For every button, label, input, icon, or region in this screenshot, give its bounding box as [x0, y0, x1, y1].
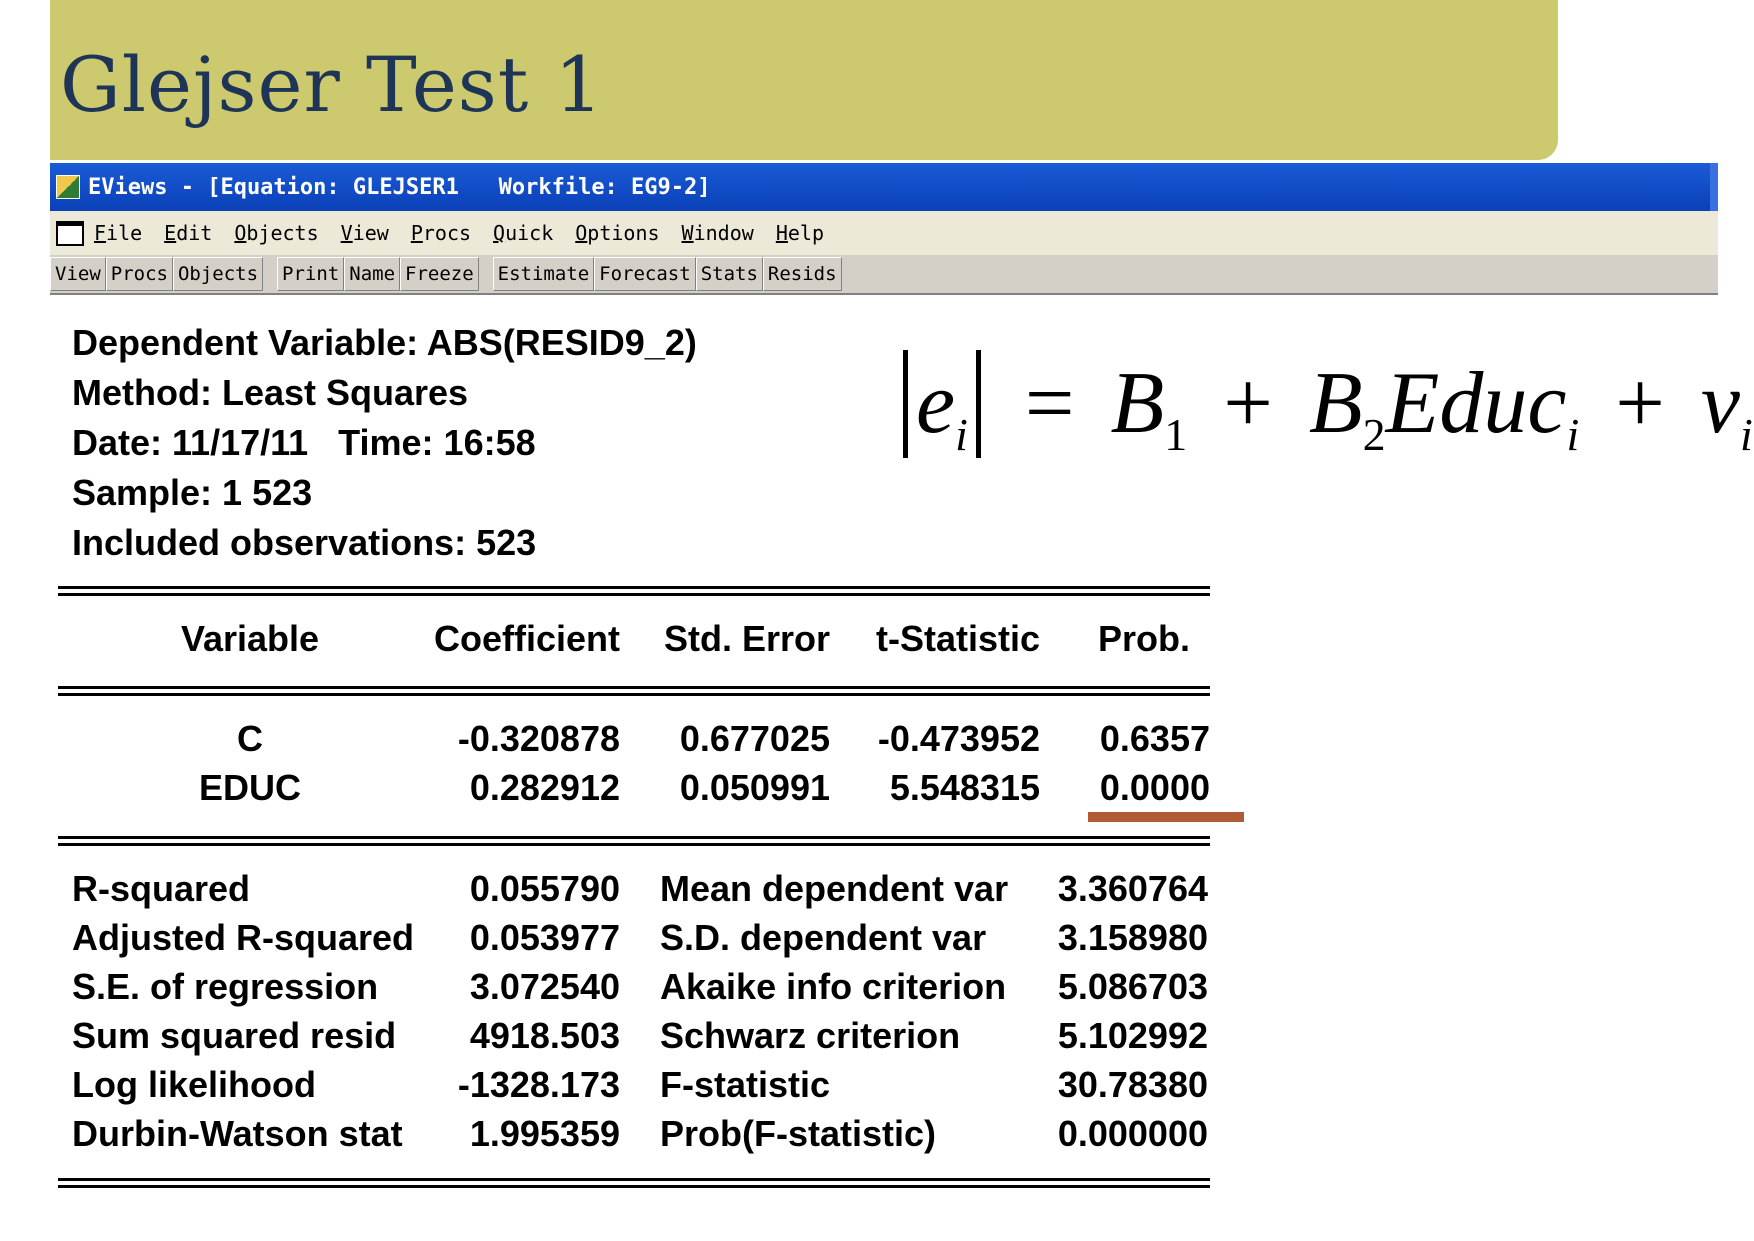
stat-label-log-likelihood: Log likelihood: [72, 1064, 316, 1105]
stat-label-durbin-watson: Durbin-Watson stat: [72, 1113, 403, 1154]
menu-edit[interactable]: Edit: [164, 221, 212, 245]
equation-toolbar: View Procs Objects Print Name Freeze Est…: [50, 255, 1718, 295]
toolbar-print-button[interactable]: Print: [277, 257, 345, 291]
menu-quick[interactable]: Quick: [493, 221, 553, 245]
menubar: File Edit Objects View Procs Quick Optio…: [50, 211, 1718, 255]
formula-b1: B: [1110, 355, 1165, 452]
table-rule-bottom: [58, 1178, 1210, 1188]
formula-educ-sub: i: [1566, 409, 1580, 460]
col-header-t-statistic: t-Statistic: [875, 618, 1040, 659]
stat-label-mean-dependent: Mean dependent var: [660, 868, 1009, 909]
table-row-educ-std-error: 0.050991: [679, 767, 830, 808]
stat-label-schwarz: Schwarz criterion: [660, 1015, 961, 1056]
prob-highlight-underline: [1088, 812, 1244, 822]
toolbar-procs-button[interactable]: Procs: [105, 257, 173, 291]
toolbar-view-button[interactable]: View: [50, 257, 106, 291]
eviews-window: EViews - [Equation: GLEJSER1 Workfile: E…: [50, 163, 1718, 295]
toolbar-resids-button[interactable]: Resids: [762, 257, 842, 291]
glejser-formula: ei = B1 + B2Educi + vi: [895, 350, 1753, 461]
toolbar-estimate-button[interactable]: Estimate: [492, 257, 595, 291]
stat-value-schwarz: 5.102992: [1057, 1015, 1208, 1056]
menu-view[interactable]: View: [341, 221, 389, 245]
table-rule-middle: [58, 836, 1210, 846]
included-observations-line: Included observations: 523: [72, 522, 537, 563]
formula-b2: B: [1308, 355, 1363, 452]
stat-label-r-squared: R-squared: [72, 868, 251, 909]
stat-value-r-squared: 0.055790: [469, 868, 620, 909]
abs-bar-left: [903, 350, 908, 458]
toolbar-stats-button[interactable]: Stats: [695, 257, 763, 291]
dependent-variable-line: Dependent Variable: ABS(RESID9_2): [72, 322, 697, 363]
stat-value-sum-squared-resid: 4918.503: [469, 1015, 620, 1056]
window-menu-icon[interactable]: [56, 220, 84, 246]
menu-objects[interactable]: Objects: [234, 221, 318, 245]
table-row-c-std-error: 0.677025: [679, 718, 830, 759]
menu-options[interactable]: Options: [575, 221, 659, 245]
table-row-c-prob: 0.6357: [1099, 718, 1210, 759]
abs-bar-right: [975, 350, 981, 458]
table-row-c-coefficient: -0.320878: [457, 718, 620, 759]
stat-label-adjusted-r-squared: Adjusted R-squared: [72, 917, 415, 958]
formula-v-sub: i: [1739, 409, 1753, 460]
table-row-educ-t-statistic: 5.548315: [889, 767, 1040, 808]
stat-value-prob-f-statistic: 0.000000: [1057, 1113, 1208, 1154]
formula-e-sub: i: [955, 409, 968, 460]
method-line: Method: Least Squares: [72, 372, 469, 413]
stat-label-f-statistic: F-statistic: [660, 1064, 831, 1105]
stat-label-akaike: Akaike info criterion: [660, 966, 1007, 1007]
formula-educ: Educ: [1385, 355, 1567, 452]
table-row-educ-variable: EDUC: [198, 767, 301, 808]
window-titlebar[interactable]: EViews - [Equation: GLEJSER1 Workfile: E…: [50, 163, 1718, 211]
stat-value-akaike: 5.086703: [1057, 966, 1208, 1007]
formula-v: v: [1700, 355, 1740, 452]
stat-value-mean-dependent: 3.360764: [1057, 868, 1208, 909]
eviews-app-icon[interactable]: [56, 175, 80, 199]
table-rule-top: [58, 586, 1210, 596]
formula-e: e: [916, 355, 956, 452]
stat-value-sd-dependent: 3.158980: [1057, 917, 1208, 958]
table-row-c-variable: C: [237, 718, 263, 759]
window-title: EViews - [Equation: GLEJSER1 Workfile: E…: [88, 174, 711, 200]
toolbar-name-button[interactable]: Name: [344, 257, 401, 291]
table-row-educ-coefficient: 0.282912: [469, 767, 620, 808]
formula-b2-sub: 2: [1362, 409, 1386, 460]
menu-window[interactable]: Window: [682, 221, 754, 245]
stat-value-se-regression: 3.072540: [469, 966, 620, 1007]
toolbar-freeze-button[interactable]: Freeze: [400, 257, 479, 291]
col-header-prob: Prob.: [1097, 618, 1190, 659]
menu-help[interactable]: Help: [776, 221, 824, 245]
formula-plus-2: +: [1615, 355, 1665, 452]
table-row-c-t-statistic: -0.473952: [877, 718, 1040, 759]
menu-procs[interactable]: Procs: [411, 221, 471, 245]
formula-plus-1: +: [1223, 355, 1273, 452]
col-header-coefficient: Coefficient: [433, 618, 620, 659]
col-header-std-error: Std. Error: [663, 618, 830, 659]
menu-file[interactable]: File: [94, 221, 142, 245]
stat-label-sum-squared-resid: Sum squared resid: [72, 1015, 397, 1056]
stat-label-se-regression: S.E. of regression: [72, 966, 379, 1007]
formula-equals: =: [1024, 355, 1075, 452]
sample-line: Sample: 1 523: [72, 472, 313, 513]
toolbar-forecast-button[interactable]: Forecast: [594, 257, 696, 291]
stat-value-log-likelihood: -1328.173: [457, 1064, 620, 1105]
stat-value-durbin-watson: 1.995359: [469, 1113, 620, 1154]
table-rule-header: [58, 686, 1210, 696]
toolbar-objects-button[interactable]: Objects: [172, 257, 264, 291]
slide-title: Glejser Test 1: [60, 40, 604, 129]
stat-label-sd-dependent: S.D. dependent var: [660, 917, 987, 958]
col-header-variable: Variable: [180, 618, 320, 659]
stat-value-adjusted-r-squared: 0.053977: [469, 917, 620, 958]
stat-label-prob-f-statistic: Prob(F-statistic): [660, 1113, 937, 1154]
date-time-line: Date: 11/17/11 Time: 16:58: [72, 422, 536, 463]
table-row-educ-prob: 0.0000: [1099, 767, 1210, 808]
formula-b1-sub: 1: [1164, 409, 1188, 460]
equation-header: Dependent Variable: ABS(RESID9_2) Method…: [72, 318, 697, 568]
stat-value-f-statistic: 30.78380: [1057, 1064, 1208, 1105]
